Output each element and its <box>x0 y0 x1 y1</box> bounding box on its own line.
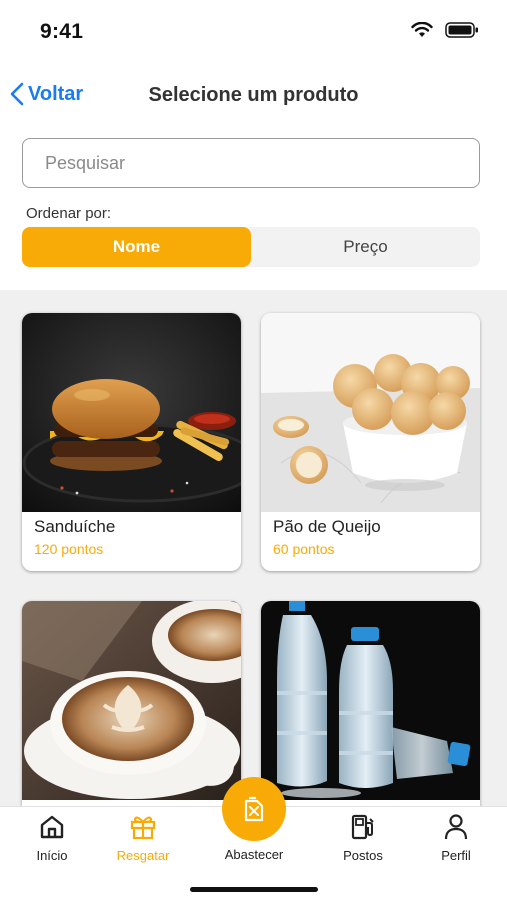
product-card[interactable]: Pão de Queijo 60 pontos <box>261 313 480 571</box>
cheese-bread-image <box>261 313 480 512</box>
product-points: 60 pontos <box>273 541 335 557</box>
search-input[interactable] <box>22 138 480 188</box>
tab-postos[interactable]: Postos <box>323 807 403 877</box>
battery-icon <box>445 22 478 38</box>
user-icon <box>444 814 468 840</box>
sort-segmented-control: Nome Preço <box>22 227 480 267</box>
status-bar: 9:41 <box>0 0 507 62</box>
tab-label: Resgatar <box>116 848 170 863</box>
water-bottles-image <box>261 601 480 800</box>
wifi-icon <box>411 22 433 37</box>
sort-option-price[interactable]: Preço <box>251 227 480 267</box>
sort-label: Ordenar por: <box>26 205 112 222</box>
tab-label: Início <box>36 848 68 863</box>
home-indicator <box>190 887 318 892</box>
navigation-bar: Voltar Selecione um produto <box>0 72 507 120</box>
gift-icon <box>130 816 156 840</box>
tab-perfil[interactable]: Perfil <box>416 807 496 877</box>
product-card[interactable]: Sanduíche 120 pontos <box>22 313 241 571</box>
status-time: 9:41 <box>40 20 84 43</box>
tab-label: Postos <box>343 848 383 863</box>
tab-label: Perfil <box>441 848 471 863</box>
product-name: Sanduíche <box>34 517 116 536</box>
tab-resgatar[interactable]: Resgatar <box>103 807 183 877</box>
sort-option-name[interactable]: Nome <box>22 227 251 267</box>
product-card[interactable] <box>261 601 480 806</box>
gas-station-icon <box>351 814 374 840</box>
fab-label: Abastecer <box>224 847 284 862</box>
tab-bar: Início Resgatar Abastecer Postos Perfil <box>0 777 507 900</box>
cappuccino-image <box>22 601 241 800</box>
product-grid: Sanduíche 120 pontos Pão de Queijo 60 po… <box>0 290 507 806</box>
home-icon <box>40 815 64 839</box>
tab-inicio[interactable]: Início <box>12 807 92 877</box>
product-points: 120 pontos <box>34 541 104 557</box>
page-title: Selecione um produto <box>148 84 359 106</box>
fuel-can-icon <box>244 796 264 822</box>
fuel-action-button[interactable] <box>222 777 286 841</box>
product-name: Pão de Queijo <box>273 517 381 536</box>
status-icons <box>411 22 479 38</box>
product-card[interactable] <box>22 601 241 806</box>
burger-image <box>22 313 241 512</box>
